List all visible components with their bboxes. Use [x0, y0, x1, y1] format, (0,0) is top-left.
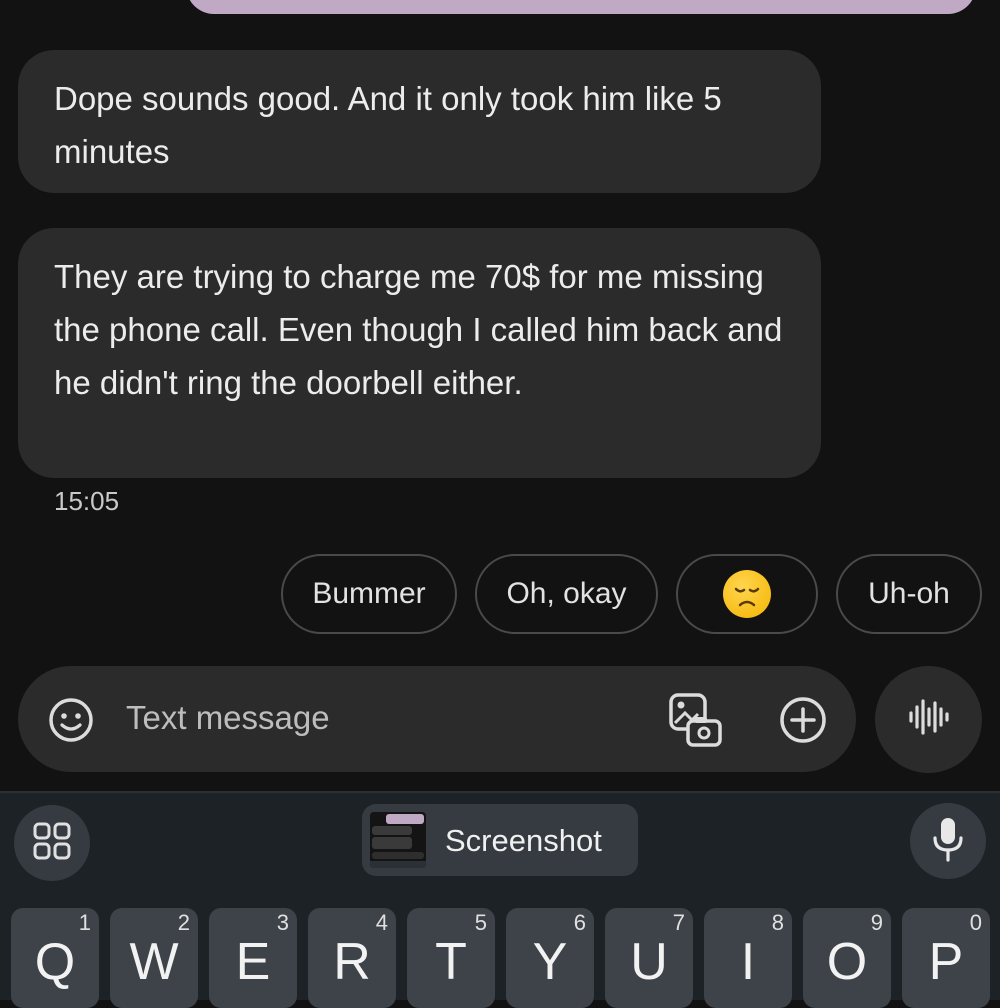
- received-message[interactable]: They are trying to charge me 70$ for me …: [18, 228, 821, 478]
- received-message[interactable]: Dope sounds good. And it only took him l…: [18, 50, 821, 193]
- key-p[interactable]: 0 P: [902, 908, 990, 1008]
- key-y[interactable]: 6 Y: [506, 908, 594, 1008]
- disappointed-face-emoji-icon: [723, 570, 771, 618]
- on-screen-keyboard: Screenshot 1 Q 2 W 3 E 4 R 5 T 6 Y 7 U 8…: [0, 791, 1000, 1008]
- key-q[interactable]: 1 Q: [11, 908, 99, 1008]
- key-letter: Q: [34, 933, 76, 991]
- key-letter: T: [435, 933, 467, 991]
- message-composer: Text message: [18, 666, 856, 772]
- text-message-input[interactable]: Text message: [126, 699, 330, 737]
- message-text: They are trying to charge me 70$ for me …: [54, 258, 783, 401]
- smart-reply-bummer[interactable]: Bummer: [281, 554, 457, 634]
- key-o[interactable]: 9 O: [803, 908, 891, 1008]
- smart-reply-uh-oh[interactable]: Uh-oh: [836, 554, 982, 634]
- key-letter: R: [333, 933, 371, 991]
- message-text: Dope sounds good. And it only took him l…: [54, 80, 722, 170]
- key-letter: W: [129, 933, 179, 991]
- add-icon[interactable]: [779, 696, 827, 749]
- voice-waveform-icon: [907, 697, 951, 742]
- mic-icon: [931, 816, 965, 867]
- key-i[interactable]: 8 I: [704, 908, 792, 1008]
- message-timestamp: 15:05: [54, 486, 120, 516]
- key-letter: U: [630, 933, 668, 991]
- screenshot-suggestion-label: Screenshot: [445, 823, 602, 858]
- smart-reply-emoji[interactable]: [676, 554, 818, 634]
- smart-reply-label: Oh, okay: [506, 577, 627, 610]
- key-letter: I: [740, 933, 756, 991]
- key-e[interactable]: 3 E: [209, 908, 297, 1008]
- voice-message-button[interactable]: [875, 666, 982, 773]
- key-letter: P: [928, 933, 964, 991]
- sent-message-bubble[interactable]: [186, 0, 976, 14]
- keyboard-apps-button[interactable]: [14, 805, 90, 881]
- key-u[interactable]: 7 U: [605, 908, 693, 1008]
- screenshot-suggestion-chip[interactable]: Screenshot: [362, 804, 638, 876]
- apps-grid-icon: [33, 822, 71, 865]
- key-r[interactable]: 4 R: [308, 908, 396, 1008]
- key-letter: E: [235, 933, 271, 991]
- key-t[interactable]: 5 T: [407, 908, 495, 1008]
- emoji-icon[interactable]: [48, 697, 94, 748]
- keyboard-divider: [0, 791, 1000, 793]
- gallery-icon[interactable]: [668, 692, 724, 753]
- smart-reply-oh-okay[interactable]: Oh, okay: [475, 554, 658, 634]
- smart-reply-label: Uh-oh: [868, 577, 950, 610]
- smart-reply-label: Bummer: [312, 577, 426, 610]
- key-letter: O: [826, 933, 868, 991]
- keyboard-voice-input-button[interactable]: [910, 803, 986, 879]
- key-w[interactable]: 2 W: [110, 908, 198, 1008]
- key-letter: Y: [532, 933, 568, 991]
- screenshot-thumbnail: [370, 812, 426, 868]
